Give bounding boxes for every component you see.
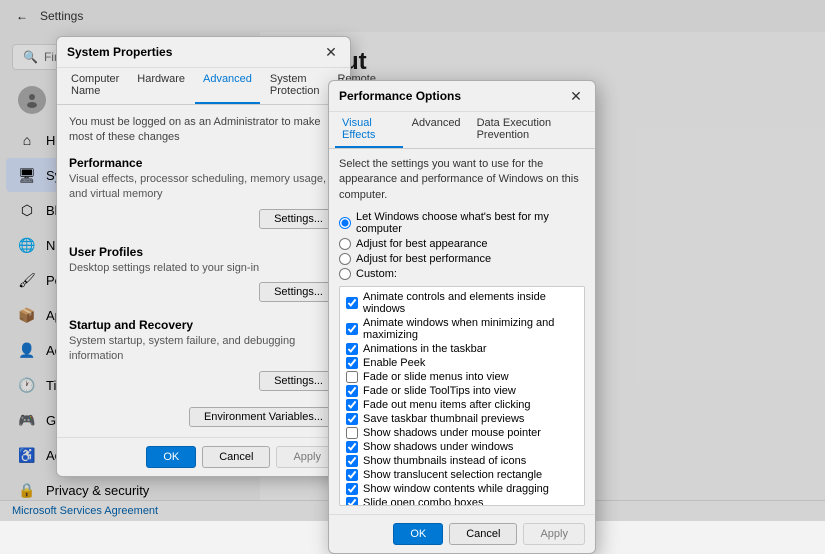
checkbox-item-1: Animate windows when minimizing and maxi…	[344, 316, 580, 342]
checkbox-1[interactable]	[346, 323, 358, 335]
radio-best-appearance: Adjust for best appearance	[339, 238, 585, 250]
sysprop-body: You must be logged on as an Administrato…	[57, 105, 350, 437]
checkbox-11[interactable]	[346, 469, 358, 481]
checkbox-4[interactable]	[346, 371, 358, 383]
checkbox-7[interactable]	[346, 413, 358, 425]
performance-options-dialog: Performance Options ✕ Visual Effects Adv…	[328, 80, 596, 554]
startup-recovery-desc: System startup, system failure, and debu…	[69, 334, 338, 365]
checkbox-8[interactable]	[346, 427, 358, 439]
tab-system-protection[interactable]: System Protection	[262, 68, 328, 104]
checkbox-10[interactable]	[346, 455, 358, 467]
radio-windows-best-input[interactable]	[339, 217, 351, 229]
radio-windows-best: Let Windows choose what's best for my co…	[339, 211, 585, 235]
checkbox-label-4[interactable]: Fade or slide menus into view	[363, 371, 509, 383]
checkbox-label-13[interactable]: Slide open combo boxes	[363, 497, 483, 506]
sysprop-tabs: Computer Name Hardware Advanced System P…	[57, 68, 350, 105]
checkbox-label-5[interactable]: Fade or slide ToolTips into view	[363, 385, 516, 397]
system-properties-dialog: System Properties ✕ Computer Name Hardwa…	[56, 36, 351, 477]
perf-body: Select the settings you want to use for …	[329, 149, 595, 514]
checkbox-label-12[interactable]: Show window contents while dragging	[363, 483, 549, 495]
radio-best-appearance-input[interactable]	[339, 238, 351, 250]
checkbox-item-10: Show thumbnails instead of icons	[344, 454, 580, 468]
checkbox-label-7[interactable]: Save taskbar thumbnail previews	[363, 413, 524, 425]
checkbox-item-11: Show translucent selection rectangle	[344, 468, 580, 482]
sysprop-cancel-button[interactable]: Cancel	[202, 446, 270, 468]
tab-dep[interactable]: Data Execution Prevention	[470, 112, 589, 148]
checkbox-label-6[interactable]: Fade out menu items after clicking	[363, 399, 531, 411]
perf-apply-button[interactable]: Apply	[523, 523, 585, 545]
perf-title-bar: Performance Options ✕	[329, 81, 595, 112]
checkbox-item-13: Slide open combo boxes	[344, 496, 580, 506]
checkbox-3[interactable]	[346, 357, 358, 369]
perf-close-button[interactable]: ✕	[567, 87, 585, 105]
checkbox-label-1[interactable]: Animate windows when minimizing and maxi…	[363, 317, 578, 341]
perf-tabs: Visual Effects Advanced Data Execution P…	[329, 112, 595, 149]
radio-custom-input[interactable]	[339, 268, 351, 280]
checkbox-item-0: Animate controls and elements inside win…	[344, 290, 580, 316]
tab-computer-name[interactable]: Computer Name	[63, 68, 127, 104]
tab-hardware[interactable]: Hardware	[129, 68, 193, 104]
checkbox-6[interactable]	[346, 399, 358, 411]
user-profiles-desc: Desktop settings related to your sign-in	[69, 261, 338, 276]
startup-recovery-section: Startup and Recovery System startup, sys…	[69, 318, 338, 397]
performance-settings-button[interactable]: Settings...	[259, 209, 338, 229]
checkbox-item-6: Fade out menu items after clicking	[344, 398, 580, 412]
checkbox-label-10[interactable]: Show thumbnails instead of icons	[363, 455, 526, 467]
radio-best-performance: Adjust for best performance	[339, 253, 585, 265]
tab-visual-effects[interactable]: Visual Effects	[335, 112, 403, 148]
checkbox-12[interactable]	[346, 483, 358, 495]
checkbox-item-9: Show shadows under windows	[344, 440, 580, 454]
checkbox-2[interactable]	[346, 343, 358, 355]
checkbox-item-3: Enable Peek	[344, 356, 580, 370]
sysprop-title-bar: System Properties ✕	[57, 37, 350, 68]
tab-advanced-perf[interactable]: Advanced	[405, 112, 468, 148]
perf-cancel-button[interactable]: Cancel	[449, 523, 517, 545]
checkbox-item-7: Save taskbar thumbnail previews	[344, 412, 580, 426]
user-profiles-settings-button[interactable]: Settings...	[259, 282, 338, 302]
checkbox-label-2[interactable]: Animations in the taskbar	[363, 343, 487, 355]
radio-best-performance-label[interactable]: Adjust for best performance	[356, 253, 491, 265]
user-profiles-section: User Profiles Desktop settings related t…	[69, 245, 338, 308]
environment-variables-button[interactable]: Environment Variables...	[189, 407, 338, 427]
checkbox-label-11[interactable]: Show translucent selection rectangle	[363, 469, 542, 481]
radio-windows-best-label[interactable]: Let Windows choose what's best for my co…	[356, 211, 585, 235]
tab-advanced[interactable]: Advanced	[195, 68, 260, 104]
sysprop-title: System Properties	[67, 45, 172, 59]
checkbox-9[interactable]	[346, 441, 358, 453]
sysprop-close-button[interactable]: ✕	[322, 43, 340, 61]
checkbox-item-8: Show shadows under mouse pointer	[344, 426, 580, 440]
sysprop-ok-button[interactable]: OK	[146, 446, 196, 468]
checkbox-label-9[interactable]: Show shadows under windows	[363, 441, 513, 453]
checkbox-item-5: Fade or slide ToolTips into view	[344, 384, 580, 398]
perf-ok-button[interactable]: OK	[393, 523, 443, 545]
checkbox-5[interactable]	[346, 385, 358, 397]
performance-section-desc: Visual effects, processor scheduling, me…	[69, 172, 338, 203]
perf-footer: OK Cancel Apply	[329, 514, 595, 553]
radio-group: Let Windows choose what's best for my co…	[339, 211, 585, 280]
user-profiles-title: User Profiles	[69, 245, 338, 259]
radio-custom-label[interactable]: Custom:	[356, 268, 397, 280]
radio-best-performance-input[interactable]	[339, 253, 351, 265]
checkbox-0[interactable]	[346, 297, 358, 309]
radio-best-appearance-label[interactable]: Adjust for best appearance	[356, 238, 487, 250]
checkbox-item-12: Show window contents while dragging	[344, 482, 580, 496]
radio-custom: Custom:	[339, 268, 585, 280]
sysprop-footer: OK Cancel Apply	[57, 437, 350, 476]
startup-recovery-title: Startup and Recovery	[69, 318, 338, 332]
admin-note: You must be logged on as an Administrato…	[69, 115, 338, 146]
visual-effects-checkbox-list: Animate controls and elements inside win…	[339, 286, 585, 506]
checkbox-item-4: Fade or slide menus into view	[344, 370, 580, 384]
checkbox-label-0[interactable]: Animate controls and elements inside win…	[363, 291, 578, 315]
checkbox-13[interactable]	[346, 497, 358, 506]
perf-description: Select the settings you want to use for …	[339, 157, 585, 203]
perf-title: Performance Options	[339, 89, 461, 103]
checkbox-item-2: Animations in the taskbar	[344, 342, 580, 356]
checkbox-label-3[interactable]: Enable Peek	[363, 357, 425, 369]
performance-section-title: Performance	[69, 156, 338, 170]
checkbox-label-8[interactable]: Show shadows under mouse pointer	[363, 427, 541, 439]
startup-recovery-settings-button[interactable]: Settings...	[259, 371, 338, 391]
performance-section: Performance Visual effects, processor sc…	[69, 156, 338, 235]
